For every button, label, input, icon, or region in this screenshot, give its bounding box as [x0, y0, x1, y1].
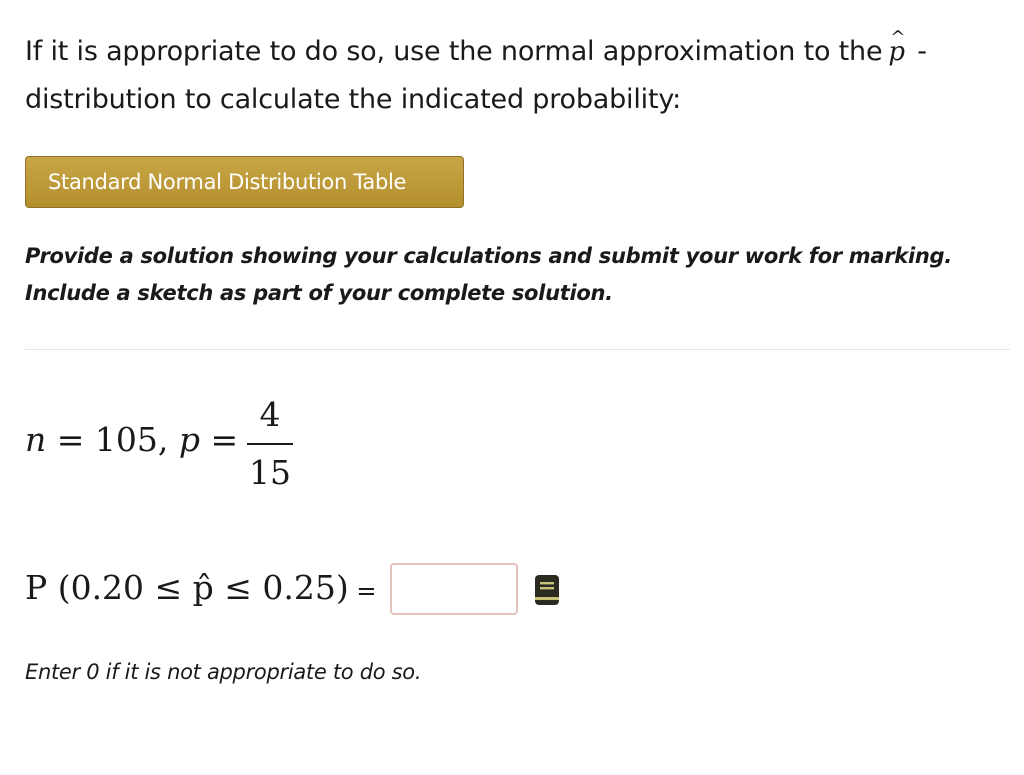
p-numerator: 4 [259, 395, 281, 434]
standard-normal-table-button-label: Standard Normal Distribution Table [48, 170, 407, 194]
note-text: Enter 0 if it is not appropriate to do s… [25, 660, 422, 684]
n-variable: n [25, 420, 47, 459]
answer-input[interactable] [390, 563, 518, 615]
standard-normal-table-button[interactable]: Standard Normal Distribution Table [25, 156, 464, 208]
p-hat-caret: ^ [890, 27, 906, 48]
fraction-bar [247, 443, 293, 445]
question-line2: distribution to calculate the indicated … [25, 84, 682, 115]
divider [25, 349, 1010, 350]
given-lhs: n = 105, p = [25, 420, 238, 459]
p-variable: p [178, 420, 200, 459]
instructions-line1: Provide a solution showing your calculat… [25, 244, 952, 268]
instructions: Provide a solution showing your calculat… [25, 238, 1015, 312]
p-denominator: 15 [249, 453, 291, 492]
question-text: If it is appropriate to do so, use the n… [25, 27, 1010, 124]
question-line1: If it is appropriate to do so, use the n… [25, 36, 883, 67]
calculator-book-icon-svg [535, 575, 559, 605]
probability-equals: = [348, 577, 377, 605]
calculator-book-icon[interactable] [534, 574, 560, 606]
probability-row: P (0.20 ≤ p̂ ≤ 0.25) = [25, 560, 625, 620]
probability-expression: P (0.20 ≤ p̂ ≤ 0.25) = [25, 568, 377, 607]
n-value: 105, [94, 420, 179, 459]
n-equals: = [46, 420, 95, 459]
question-dash: - [908, 36, 927, 67]
probability-statement: P (0.20 ≤ p̂ ≤ 0.25) [25, 568, 349, 607]
p-fraction: 4 15 [247, 395, 293, 493]
instructions-line2: Include a sketch as part of your complet… [25, 281, 613, 305]
p-equals: = [200, 420, 239, 459]
p-hat-symbol: ^ p [888, 27, 905, 76]
